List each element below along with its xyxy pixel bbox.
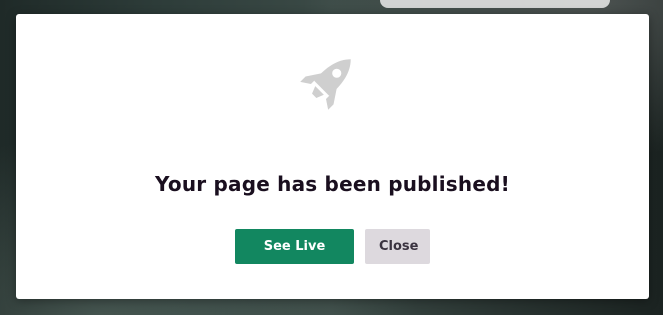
rocket-icon <box>300 59 351 110</box>
page-background: { "dialog": { "icon": "rocket-icon", "ti… <box>0 0 663 315</box>
publish-success-dialog: Your page has been published! See Live P… <box>16 14 649 299</box>
dialog-title: Your page has been published! <box>155 172 510 196</box>
dialog-actions: See Live Page Close <box>235 229 430 289</box>
see-live-page-button[interactable]: See Live Page <box>235 229 354 289</box>
close-button[interactable]: Close <box>365 229 430 264</box>
backdrop-decoration <box>380 0 610 8</box>
